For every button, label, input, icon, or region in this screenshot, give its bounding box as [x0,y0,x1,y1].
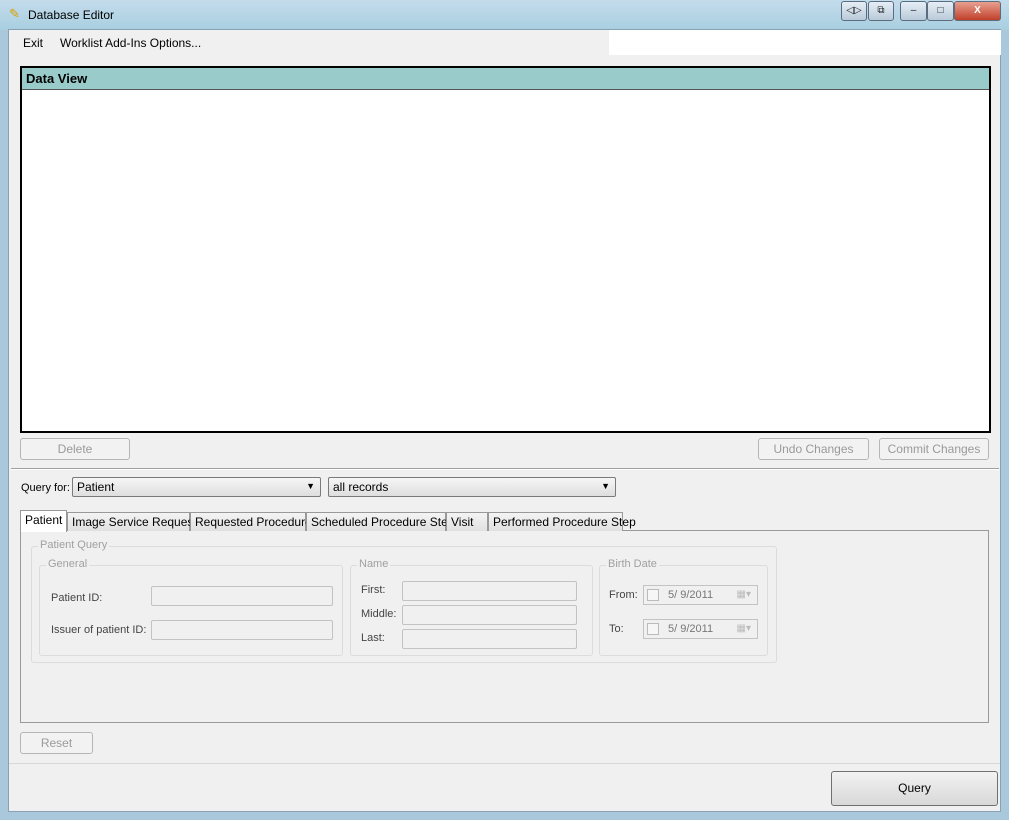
general-title: General [46,558,90,570]
query-button[interactable]: Query [831,771,998,806]
first-label: First: [361,584,386,596]
issuer-input[interactable] [151,620,333,640]
tab-panel: Patient Query General Patient ID: Issuer… [20,530,989,723]
calendar-dropdown-icon[interactable]: ▦▾ [737,623,751,634]
window-title: Database Editor [28,8,115,22]
snap-button[interactable]: ◁▷ [841,1,867,21]
query-filter-select[interactable]: all records ▼ [328,477,616,497]
close-button[interactable]: X [954,1,1001,21]
patient-id-label: Patient ID: [51,592,103,604]
tab-requested-procedure[interactable]: Requested Procedure [190,512,312,531]
from-date-picker[interactable]: 5/ 9/2011 ▦▾ [643,585,758,605]
menu-filler [609,30,1001,55]
minimize-button[interactable]: – [900,1,927,21]
menu-exit[interactable]: Exit [23,36,43,50]
to-date-picker[interactable]: 5/ 9/2011 ▦▾ [643,619,758,639]
chevron-down-icon: ▼ [601,481,610,491]
from-label: From: [609,589,638,601]
name-group: Name First: Middle: Last: [350,558,593,656]
issuer-label: Issuer of patient ID: [51,624,147,636]
reset-button[interactable]: Reset [20,732,93,754]
general-group: General Patient ID: Issuer of patient ID… [39,558,343,656]
from-date-value: 5/ 9/2011 [668,589,714,601]
middle-name-input[interactable] [402,605,577,625]
divider [11,468,999,470]
birth-date-group: Birth Date From: 5/ 9/2011 ▦▾ To: 5/ 9/2… [599,558,768,656]
client-area: Exit Worklist Add-Ins Options... Data Vi… [8,29,1001,812]
tab-patient[interactable]: Patient [20,510,67,532]
patient-id-input[interactable] [151,586,333,606]
to-date-checkbox[interactable] [647,623,659,635]
from-date-checkbox[interactable] [647,589,659,601]
name-title: Name [357,558,391,570]
data-view-title: Data View [22,68,989,90]
title-bar: ✎ Database Editor ◁▷ ⧉ – □ X [0,0,1009,30]
query-filter-value: all records [333,480,389,494]
divider [9,763,1000,764]
tab-scheduled-procedure-step[interactable]: Scheduled Procedure Step [306,512,454,531]
menu-worklist-options[interactable]: Worklist Add-Ins Options... [60,36,201,50]
tab-visit[interactable]: Visit [446,512,488,531]
tab-performed-procedure-step[interactable]: Performed Procedure Step [488,512,636,531]
patient-query-group: Patient Query General Patient ID: Issuer… [31,539,777,663]
last-name-input[interactable] [402,629,577,649]
calendar-dropdown-icon[interactable]: ▦▾ [737,589,751,600]
query-entity-value: Patient [77,480,115,494]
delete-button[interactable]: Delete [20,438,130,460]
to-label: To: [609,623,624,635]
first-name-input[interactable] [402,581,577,601]
restore-alt-button[interactable]: ⧉ [868,1,894,21]
query-for-label: Query for: [21,482,70,494]
last-label: Last: [361,632,385,644]
middle-label: Middle: [361,608,397,620]
birth-date-title: Birth Date [606,558,659,570]
maximize-button[interactable]: □ [927,1,954,21]
menu-bar: Exit Worklist Add-Ins Options... [9,30,609,55]
data-view-grid[interactable]: Data View [20,66,991,433]
to-date-value: 5/ 9/2011 [668,623,714,635]
tab-image-service-request[interactable]: Image Service Request [67,512,197,531]
chevron-down-icon: ▼ [306,481,315,491]
patient-query-title: Patient Query [38,539,110,551]
undo-changes-button[interactable]: Undo Changes [758,438,869,460]
app-icon: ✎ [9,6,20,21]
query-entity-select[interactable]: Patient ▼ [72,477,321,497]
commit-changes-button[interactable]: Commit Changes [879,438,989,460]
